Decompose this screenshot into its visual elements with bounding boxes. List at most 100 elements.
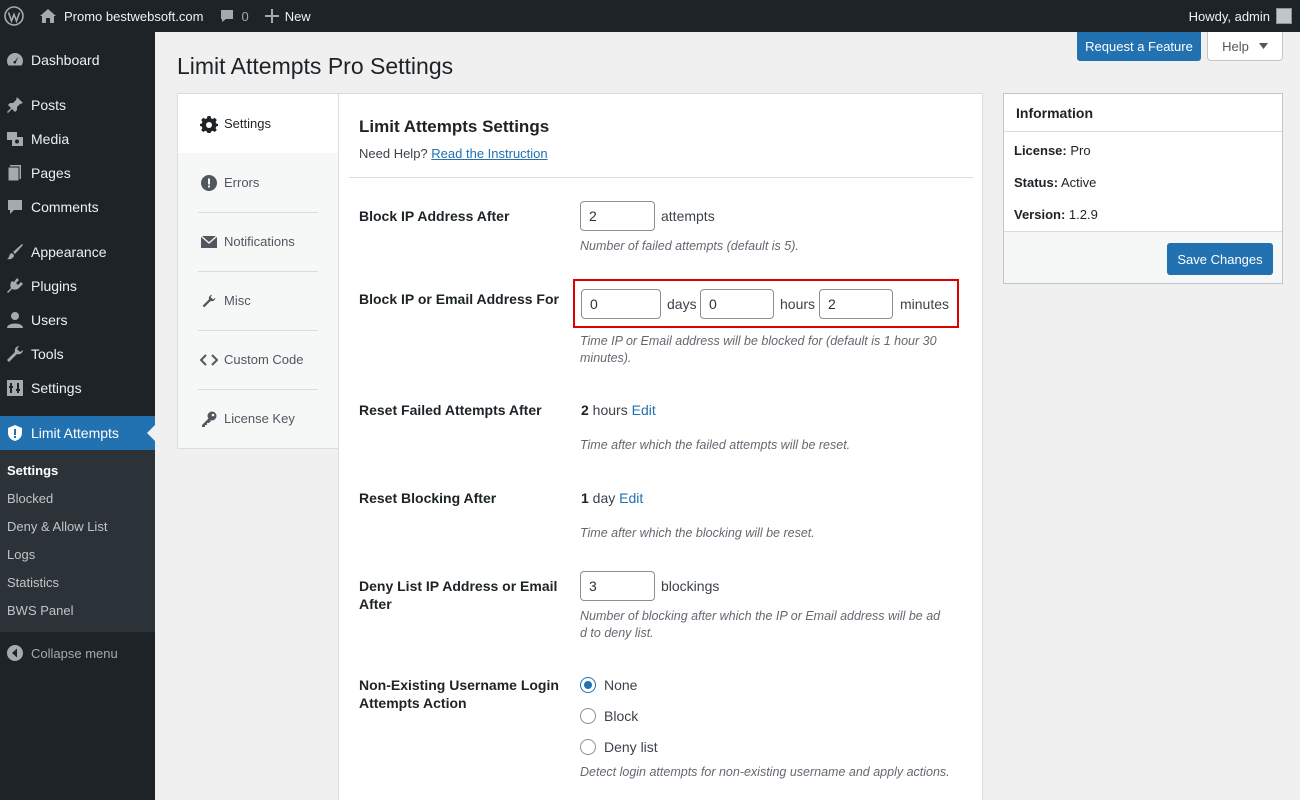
help-button[interactable]: Help [1207, 32, 1283, 61]
block-hours-input[interactable]: 0 [700, 289, 774, 319]
deny-list-label: Deny List IP Address or Email After [359, 578, 558, 612]
sidebar-item-label: Users [31, 312, 68, 328]
need-help-label: Need Help? [359, 146, 428, 161]
blockings-unit: blockings [661, 578, 720, 594]
sidebar-item-pages[interactable]: Pages [0, 156, 155, 190]
block-ip-after-label: Block IP Address After [359, 208, 510, 224]
comments-count: 0 [241, 8, 249, 24]
plus-icon [264, 9, 279, 23]
brush-icon [5, 242, 25, 262]
reset-failed-edit-link[interactable]: Edit [632, 402, 656, 418]
radio-option-deny-list[interactable]: Deny list [580, 739, 658, 755]
status-row: Status: Active [1014, 175, 1096, 190]
sidebar-item-dashboard[interactable]: Dashboard [0, 43, 155, 77]
admin-sidebar: Dashboard Posts Media Pages Comments App… [0, 32, 155, 800]
license-row: License: Pro [1014, 143, 1091, 158]
reset-blocking-number: 1 [581, 490, 589, 506]
radio-option-block[interactable]: Block [580, 708, 638, 724]
reset-blocking-edit-link[interactable]: Edit [619, 490, 643, 506]
section-title: Limit Attempts Settings [359, 117, 550, 136]
sidebar-item-label: Dashboard [31, 52, 100, 68]
reset-blocking-label: Reset Blocking After [359, 490, 497, 506]
block-ip-after-description: Number of failed attempts (default is 5)… [580, 239, 799, 253]
limit-attempts-submenu: Settings Blocked Deny & Allow List Logs … [0, 450, 155, 632]
radio-button-checked[interactable] [580, 677, 596, 693]
page-title: Limit Attempts Pro Settings [177, 53, 454, 79]
non-existing-description: Detect login attempts for non-existing u… [580, 765, 950, 779]
pin-icon [5, 95, 25, 115]
tab-license-key[interactable]: License Key [178, 389, 340, 448]
block-days-input[interactable]: 0 [581, 289, 661, 319]
block-for-label: Block IP or Email Address For [359, 291, 559, 307]
admin-bar: Promo bestwebsoft.com 0 New Howdy, admin [0, 0, 1300, 32]
radio-button[interactable] [580, 739, 596, 755]
reset-blocking-description: Time after which the blocking will be re… [580, 526, 815, 540]
sidebar-item-settings[interactable]: Settings [0, 371, 155, 405]
tab-errors[interactable]: Errors [178, 153, 340, 212]
pages-icon [5, 163, 25, 183]
block-ip-after-input[interactable]: 2 [580, 201, 655, 231]
tab-settings[interactable]: Settings [178, 94, 340, 153]
sidebar-item-label: Plugins [31, 278, 77, 294]
sidebar-item-label: Settings [31, 380, 82, 396]
collapse-menu-label: Collapse menu [31, 645, 118, 661]
information-box: Information License: Pro Status: Active … [1003, 93, 1283, 284]
envelope-icon [200, 233, 218, 251]
tab-misc[interactable]: Misc [178, 271, 340, 330]
reset-failed-description: Time after which the failed attempts wil… [580, 438, 851, 452]
caret-down-icon [1258, 43, 1268, 49]
tab-label: License Key [224, 411, 295, 426]
need-help-text: Need Help? Read the Instruction [359, 146, 548, 161]
tab-label: Notifications [224, 234, 295, 249]
sidebar-item-limit-attempts[interactable]: Limit Attempts [0, 416, 155, 450]
block-for-description: Time IP or Email address will be blocked… [580, 334, 937, 365]
home-icon [39, 8, 57, 24]
license-key-label: License: [1014, 143, 1067, 158]
sidebar-item-users[interactable]: Users [0, 303, 155, 337]
sidebar-item-label: Appearance [31, 244, 107, 260]
wrench-icon [5, 344, 25, 364]
wordpress-logo-icon[interactable] [0, 0, 31, 32]
request-feature-button[interactable]: Request a Feature [1077, 32, 1201, 61]
my-account-link[interactable]: Howdy, admin [1181, 0, 1300, 32]
sidebar-item-plugins[interactable]: Plugins [0, 269, 155, 303]
radio-option-none[interactable]: None [580, 677, 637, 693]
hours-unit: hours [780, 296, 816, 312]
radio-button[interactable] [580, 708, 596, 724]
collapse-menu-button[interactable]: Collapse menu [0, 636, 155, 670]
site-name-link[interactable]: Promo bestwebsoft.com [31, 0, 211, 32]
block-minutes-input[interactable]: 2 [819, 289, 893, 319]
reset-blocking-value: 1 day Edit [581, 490, 643, 506]
howdy-text: Howdy, admin [1188, 8, 1270, 24]
deny-list-input[interactable]: 3 [580, 571, 655, 601]
sidebar-item-tools[interactable]: Tools [0, 337, 155, 371]
user-icon [5, 310, 25, 330]
tab-label: Errors [224, 175, 260, 190]
code-icon [200, 351, 218, 369]
read-instruction-link[interactable]: Read the Instruction [431, 146, 547, 161]
submenu-item-settings[interactable]: Settings [0, 456, 155, 484]
non-existing-label: Non-Existing Username Login Attempts Act… [359, 677, 559, 711]
save-changes-button[interactable]: Save Changes [1167, 243, 1273, 275]
sidebar-item-posts[interactable]: Posts [0, 88, 155, 122]
submenu-item-blocked[interactable]: Blocked [0, 484, 155, 512]
new-content-link[interactable]: New [257, 0, 319, 32]
new-label: New [284, 8, 311, 24]
tab-notifications[interactable]: Notifications [178, 212, 340, 271]
submenu-item-logs[interactable]: Logs [0, 540, 155, 568]
sidebar-item-media[interactable]: Media [0, 122, 155, 156]
tab-custom-code[interactable]: Custom Code [178, 330, 340, 389]
sidebar-item-appearance[interactable]: Appearance [0, 235, 155, 269]
plug-icon [5, 276, 25, 296]
sidebar-item-label: Comments [31, 199, 99, 215]
submenu-item-statistics[interactable]: Statistics [0, 568, 155, 596]
license-value: Pro [1070, 143, 1091, 158]
information-footer: Save Changes [1004, 231, 1282, 283]
submenu-item-bws-panel[interactable]: BWS Panel [0, 596, 155, 624]
comments-link[interactable]: 0 [211, 0, 256, 32]
sidebar-item-comments[interactable]: Comments [0, 190, 155, 224]
deny-list-description: Number of blocking after which the IP or… [580, 609, 941, 640]
reset-blocking-unit: day [588, 490, 620, 506]
reset-failed-label: Reset Failed Attempts After [359, 402, 542, 418]
submenu-item-deny-allow-list[interactable]: Deny & Allow List [0, 512, 155, 540]
